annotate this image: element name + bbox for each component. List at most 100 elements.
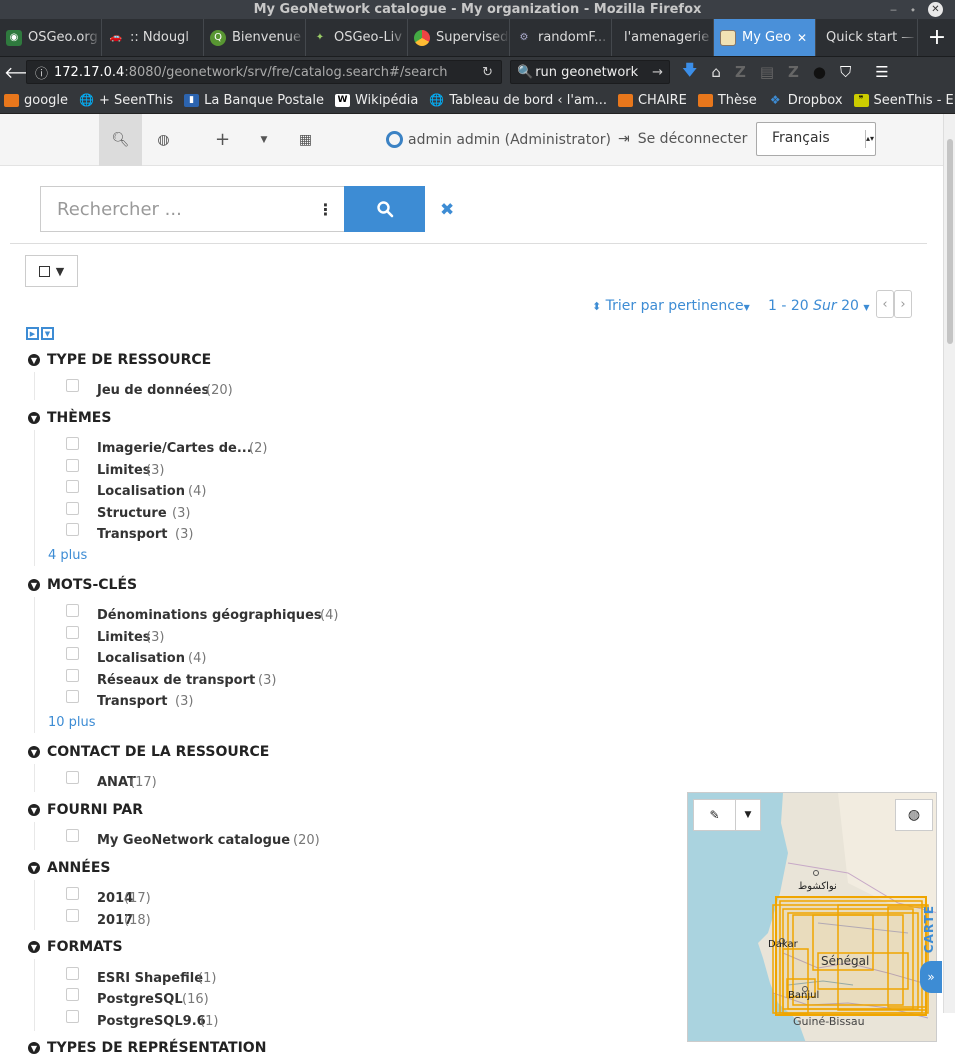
search-options-button[interactable]: ⋮ xyxy=(307,186,345,232)
facet-item[interactable]: Dénominations géographiques (4) xyxy=(66,604,366,623)
home-icon[interactable]: ⌂ xyxy=(711,63,721,81)
facet-item[interactable]: My GeoNetwork catalogue (20) xyxy=(66,829,366,848)
select-all-dropdown[interactable]: ▼ xyxy=(25,255,78,287)
tab-my-geonetwork[interactable]: My Geo ✕ xyxy=(714,19,816,56)
menu-icon[interactable]: ☰ xyxy=(875,63,888,81)
facet-checkbox[interactable] xyxy=(66,379,79,392)
facet-title[interactable]: ▼ THÈMES xyxy=(28,410,111,426)
facet-checkbox[interactable] xyxy=(66,771,79,784)
facet-item[interactable]: Jeu de données (20) xyxy=(66,379,366,398)
facet-item[interactable]: Limites (3) xyxy=(66,459,366,478)
next-page-button[interactable]: › xyxy=(894,290,912,318)
facet-title[interactable]: ▼ MOTS-CLÉS xyxy=(28,577,137,593)
add-button[interactable]: + xyxy=(201,114,244,166)
url-bar[interactable]: ⓘ 172.17.0.4:8080/geonetwork/srv/fre/cat… xyxy=(26,60,502,84)
facet-toggle[interactable]: ▶ ▼ xyxy=(26,327,54,340)
facet-title[interactable]: ▼ FORMATS xyxy=(28,939,123,955)
page-scrollbar[interactable] xyxy=(943,114,955,1013)
facet-more-link[interactable]: 4 plus xyxy=(48,548,87,563)
bookmark-banque-postale[interactable]: ▮ La Banque Postale xyxy=(184,93,324,108)
expand-all-icon[interactable]: ▶ xyxy=(26,327,39,340)
paging-dropdown[interactable]: 1 - 20 Sur 20 ▼ xyxy=(768,298,870,314)
zotero-save-icon[interactable]: ▤ xyxy=(760,63,774,81)
facet-checkbox[interactable] xyxy=(66,669,79,682)
tab-ndougl[interactable]: 🚗:: Ndougl xyxy=(102,19,204,56)
facet-item[interactable]: Localisation (4) xyxy=(66,647,366,666)
facet-item[interactable]: Imagerie/Cartes de... (2) xyxy=(66,437,366,456)
download-icon[interactable]: 🡇 xyxy=(682,60,697,85)
restore-button[interactable]: ⬩ xyxy=(911,0,915,19)
web-search-box[interactable]: 🔍 run geonetwork → xyxy=(510,60,670,84)
sort-dropdown[interactable]: ⬍ Trier par pertinence▼ xyxy=(592,298,750,314)
search-input[interactable]: Rechercher ... xyxy=(40,186,308,232)
tab-osgeo[interactable]: ◉ OSGeo.org xyxy=(0,19,102,56)
language-select[interactable]: Français ▴▾ xyxy=(756,122,876,156)
facet-checkbox[interactable] xyxy=(66,1010,79,1023)
minimize-button[interactable]: ‒ xyxy=(890,0,897,19)
facet-more-link[interactable]: 10 plus xyxy=(48,715,96,730)
facet-item[interactable]: 2017 (18) xyxy=(66,909,366,928)
collapse-all-icon[interactable]: ▼ xyxy=(41,327,54,340)
facet-checkbox[interactable] xyxy=(66,829,79,842)
bookmark-seenthis-elcep[interactable]: ❞SeenThis - ElCep xyxy=(853,93,955,108)
facet-item[interactable]: Réseaux de transport (3) xyxy=(66,669,366,688)
back-arrow-icon[interactable]: 🡐 xyxy=(4,62,47,82)
search-nav-button[interactable]: 🔍︎ xyxy=(99,114,142,166)
facet-item[interactable]: Limites (3) xyxy=(66,626,366,645)
facet-checkbox[interactable] xyxy=(66,967,79,980)
tab-osgeo-live[interactable]: ✦ OSGeo-Liv xyxy=(306,19,408,56)
zotero-icon[interactable]: Z xyxy=(735,63,746,81)
facet-checkbox[interactable] xyxy=(66,459,79,472)
clear-search-icon[interactable]: ✖ xyxy=(440,200,454,220)
pocket-icon[interactable]: ⛉ xyxy=(840,63,851,81)
facet-checkbox[interactable] xyxy=(66,523,79,536)
facet-checkbox[interactable] xyxy=(66,604,79,617)
facet-item[interactable]: Transport (3) xyxy=(66,690,366,709)
facet-title[interactable]: ▼ FOURNI PAR xyxy=(28,802,143,818)
facet-checkbox[interactable] xyxy=(66,480,79,493)
facet-checkbox[interactable] xyxy=(66,647,79,660)
facet-title[interactable]: ▼ TYPE DE RESSOURCE xyxy=(28,352,211,368)
facet-item[interactable]: Localisation (4) xyxy=(66,480,366,499)
bookmark-wikipedia[interactable]: W Wikipédia xyxy=(334,93,418,108)
tab-amenagerie[interactable]: l'amenagerie | xyxy=(612,19,714,56)
bookmark-google[interactable]: google xyxy=(4,93,68,108)
admin-console-button[interactable]: ▦ xyxy=(284,114,327,166)
facet-item[interactable]: PostgreSQL9.6 (1) xyxy=(66,1010,366,1029)
map-globe-button[interactable]: ◍ xyxy=(895,799,933,831)
facet-item[interactable]: ESRI Shapefile (1) xyxy=(66,967,366,986)
info-icon[interactable]: ⓘ xyxy=(35,63,48,82)
scrollbar-thumb[interactable] xyxy=(947,139,953,344)
go-arrow-icon[interactable]: → xyxy=(652,65,663,80)
bookmark-tableau[interactable]: 🌐 Tableau de bord ‹ l'am... xyxy=(429,93,607,108)
map-panel[interactable]: نواكشوط Dakar Sénégal Banjul Guiné-Bissa… xyxy=(687,792,937,1042)
facet-checkbox[interactable] xyxy=(66,909,79,922)
bookmark-chaire[interactable]: CHAIRE xyxy=(617,93,687,108)
double-chevron-right-icon[interactable]: » xyxy=(920,961,942,993)
close-window-button[interactable]: ✕ xyxy=(928,2,943,17)
facet-checkbox[interactable] xyxy=(66,502,79,515)
bookmark-seenthis[interactable]: 🌐 + SeenThis xyxy=(79,93,173,108)
facet-title[interactable]: ▼ ANNÉES xyxy=(28,860,110,876)
add-dropdown-button[interactable]: ▼ xyxy=(244,114,284,166)
close-tab-icon[interactable]: ✕ xyxy=(797,31,807,45)
carte-panel-toggle[interactable]: CARTE » xyxy=(920,905,942,995)
facet-item[interactable]: 2014 (17) xyxy=(66,887,366,906)
extension-icon[interactable]: ● xyxy=(813,63,826,81)
logout-link[interactable]: ⇥ Se déconnecter xyxy=(618,131,747,147)
tab-supervised[interactable]: Supervised xyxy=(408,19,510,56)
facet-checkbox[interactable] xyxy=(66,887,79,900)
facet-item[interactable]: Structure (3) xyxy=(66,502,366,521)
bookmark-dropbox[interactable]: ❖ Dropbox xyxy=(768,93,843,108)
zotero-z-icon[interactable]: Z xyxy=(788,63,799,81)
facet-checkbox[interactable] xyxy=(66,626,79,639)
reload-icon[interactable]: ↻ xyxy=(482,65,493,80)
draw-dropdown-button[interactable]: ▼ xyxy=(735,799,761,831)
tab-randomf[interactable]: ⚙ randomF... xyxy=(510,19,612,56)
bookmark-these[interactable]: Thèse xyxy=(697,93,757,108)
user-menu[interactable]: admin admin (Administrator) xyxy=(386,131,611,148)
tab-bienvenue[interactable]: Q Bienvenue xyxy=(204,19,306,56)
facet-item[interactable]: PostgreSQL (16) xyxy=(66,988,366,1007)
facet-checkbox[interactable] xyxy=(66,988,79,1001)
facet-checkbox[interactable] xyxy=(66,690,79,703)
